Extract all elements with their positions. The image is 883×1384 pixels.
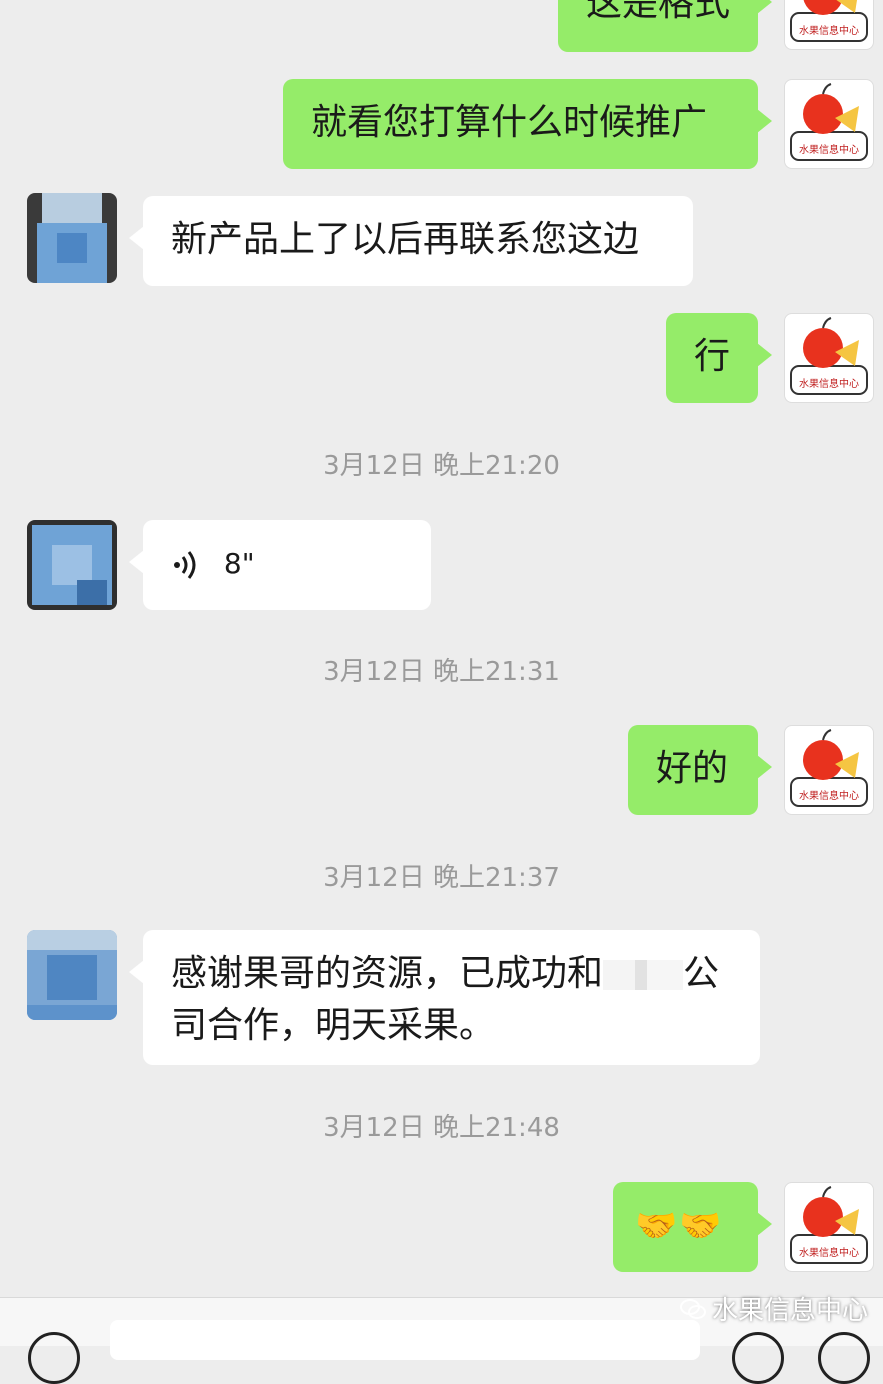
message-bubble-contact[interactable]: 感谢果哥的资源，已成功和 公司合作，明天采果。: [129, 930, 760, 1065]
message-bubble-me[interactable]: 就看您打算什么时候推广: [283, 79, 772, 169]
avatar-contact[interactable]: [27, 930, 117, 1020]
message-text: 行: [694, 336, 731, 377]
redacted-text: [603, 960, 684, 990]
timestamp: 3月12日 晚上21:20: [323, 451, 560, 481]
message-bubble-me[interactable]: 🤝🤝: [613, 1182, 772, 1272]
apple-logo-icon: 水果信息中心: [790, 729, 868, 807]
message-bubble-contact[interactable]: 新产品上了以后再联系您这边: [129, 196, 693, 286]
avatar-contact[interactable]: [27, 520, 117, 610]
avatar-me[interactable]: 水果信息中心: [784, 1182, 874, 1272]
voice-wave-icon: [174, 551, 196, 579]
blurred-avatar-icon: [27, 520, 117, 610]
apple-logo-icon: 水果信息中心: [790, 1186, 868, 1264]
svg-text:水果信息中心: 水果信息中心: [799, 377, 859, 390]
voice-input-toggle-button[interactable]: [28, 1332, 80, 1384]
blurred-avatar-icon: [27, 193, 117, 283]
message-text: 这是格式: [585, 0, 730, 24]
message-text: 就看您打算什么时候推广: [311, 102, 708, 143]
wechat-icon: [680, 1298, 706, 1319]
avatar-me[interactable]: 水果信息中心: [784, 725, 874, 815]
apple-logo-icon: 水果信息中心: [790, 317, 868, 395]
avatar-me[interactable]: 水果信息中心: [784, 79, 874, 169]
watermark: 水果信息中心: [680, 1290, 868, 1327]
timestamp: 3月12日 晚上21:48: [323, 1113, 560, 1143]
avatar-contact[interactable]: [27, 193, 117, 283]
apple-logo-icon: 水果信息中心: [790, 83, 868, 161]
message-text-part1: 感谢果哥的资源，已成功和: [171, 953, 604, 994]
handshake-emoji: 🤝🤝: [635, 1206, 724, 1246]
svg-text:水果信息中心: 水果信息中心: [799, 143, 859, 156]
voice-duration: 8": [223, 547, 255, 580]
message-bubble-me[interactable]: 好的: [628, 725, 772, 815]
timestamp: 3月12日 晚上21:37: [323, 863, 560, 893]
message-text: 好的: [656, 748, 729, 789]
avatar-me[interactable]: 水果信息中心: [784, 0, 874, 50]
message-input[interactable]: [110, 1320, 700, 1360]
chat-history[interactable]: 这是格式 水果信息中心 就看您打算什么时候推广 水果信息中心 新产品上了以后再联…: [0, 0, 883, 1300]
svg-text:水果信息中心: 水果信息中心: [799, 24, 859, 37]
message-bubble-me[interactable]: 这是格式: [557, 0, 773, 52]
more-button[interactable]: [818, 1332, 870, 1384]
message-text: 新产品上了以后再联系您这边: [171, 219, 640, 260]
apple-logo-icon: 水果信息中心: [790, 0, 868, 42]
message-bubble-me[interactable]: 行: [666, 313, 772, 403]
voice-message-bubble[interactable]: 8": [129, 520, 431, 610]
emoji-button[interactable]: [732, 1332, 784, 1384]
avatar-me[interactable]: 水果信息中心: [784, 313, 874, 403]
timestamp: 3月12日 晚上21:31: [323, 657, 560, 687]
svg-text:水果信息中心: 水果信息中心: [799, 789, 859, 802]
blurred-avatar-icon: [27, 930, 117, 1020]
watermark-text: 水果信息中心: [712, 1296, 869, 1326]
svg-text:水果信息中心: 水果信息中心: [799, 1246, 859, 1259]
